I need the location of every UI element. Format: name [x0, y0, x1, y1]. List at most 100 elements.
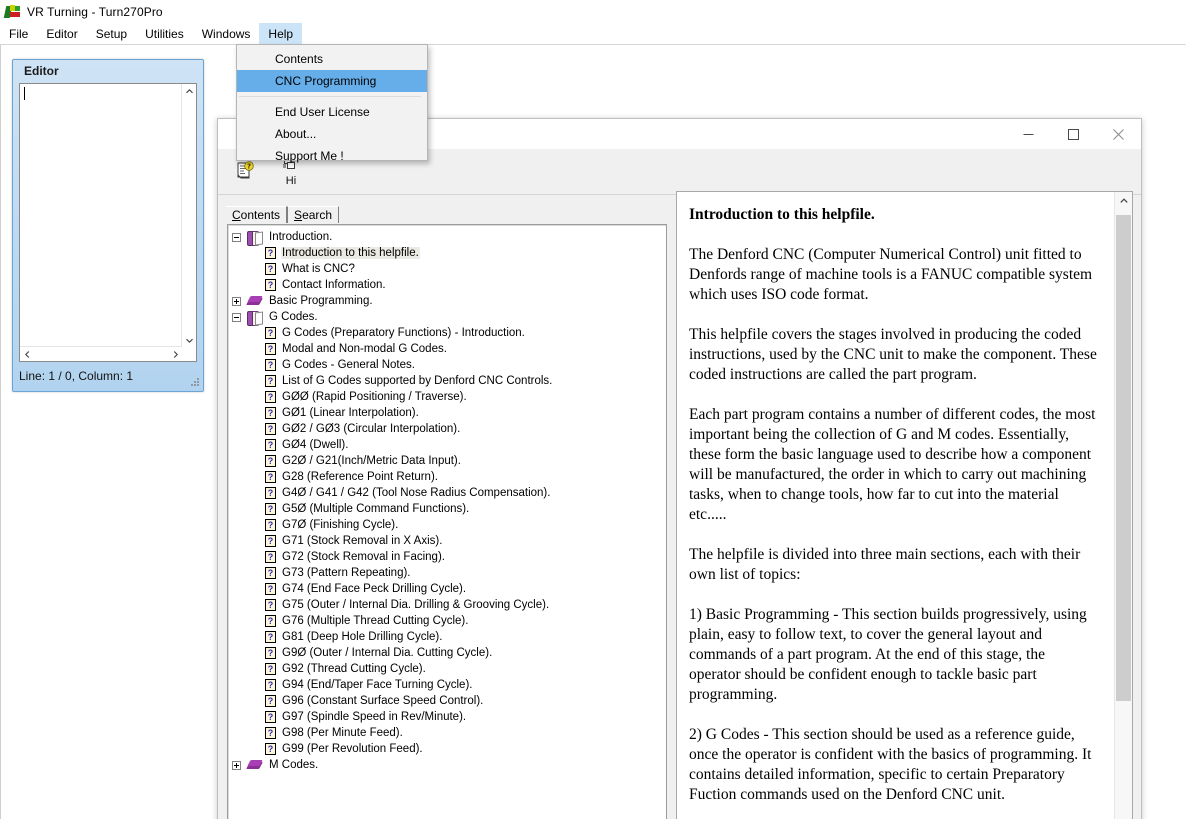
tree-node[interactable]: Introduction. [232, 229, 666, 246]
menu-item-about[interactable]: About... [237, 123, 427, 145]
tree-node[interactable]: ? G92 (Thread Cutting Cycle). [232, 661, 666, 677]
tree-node[interactable]: ? G74 (End Face Peck Drilling Cycle). [232, 581, 666, 597]
help-topic-icon: ? [265, 487, 276, 499]
help-topic-icon: ? [265, 615, 276, 627]
tree-node[interactable]: ? G76 (Multiple Thread Cutting Cycle). [232, 613, 666, 629]
tree-node[interactable]: ? G28 (Reference Point Return). [232, 469, 666, 485]
menu-file[interactable]: File [0, 23, 37, 44]
tree-node[interactable]: ? G Codes - General Notes. [232, 357, 666, 373]
help-topic-icon: ? [265, 407, 276, 419]
minimize-icon[interactable] [1006, 120, 1051, 149]
chevron-right-icon[interactable] [168, 347, 182, 361]
maximize-icon[interactable] [1051, 120, 1096, 149]
menu-editor[interactable]: Editor [37, 23, 86, 44]
help-window[interactable]: ? Hi Contents Search Introduction. ? Int… [217, 118, 1142, 819]
menu-item-cnc-programming[interactable]: CNC Programming [237, 70, 427, 92]
expand-plus-icon[interactable] [232, 296, 241, 306]
menu-windows[interactable]: Windows [193, 23, 260, 44]
tree-node[interactable]: ? G2Ø / G21(Inch/Metric Data Input). [232, 453, 666, 469]
tree-node[interactable]: ? Contact Information. [232, 277, 666, 293]
tree-node-label: Introduction. [269, 231, 333, 243]
editor-window[interactable]: Editor Line: 1 / 0, Column: 1 [12, 59, 204, 392]
tree-node[interactable]: ? G75 (Outer / Internal Dia. Drilling & G… [232, 597, 666, 613]
editor-input[interactable] [20, 84, 182, 347]
scrollbar-thumb[interactable] [1116, 215, 1131, 701]
close-icon[interactable] [1096, 120, 1141, 149]
tab-contents[interactable]: Contents [226, 206, 288, 223]
app-titlebar: VR Turning - Turn270Pro [0, 0, 1186, 23]
help-topic-icon: ? [265, 343, 276, 355]
tree-node[interactable]: G Codes. [232, 309, 666, 326]
chevron-up-icon[interactable] [182, 84, 196, 98]
tab-search[interactable]: Search [287, 206, 340, 223]
tree-node[interactable]: ? G71 (Stock Removal in X Axis). [232, 533, 666, 549]
content-heading: Introduction to this helpfile. [689, 206, 875, 223]
editor-text-area-frame [19, 83, 197, 362]
collapse-minus-icon[interactable] [232, 312, 241, 322]
tree-node[interactable]: ? G5Ø (Multiple Command Functions). [232, 501, 666, 517]
tree-node-label: G81 (Deep Hole Drilling Cycle). [282, 631, 443, 643]
resize-grip[interactable] [190, 377, 200, 387]
menu-item-support-me[interactable]: Support Me ! [237, 145, 427, 167]
tree-node-label: G5Ø (Multiple Command Functions). [282, 503, 470, 515]
tree-node-label: GØ2 / GØ3 (Circular Interpolation). [282, 423, 461, 435]
app-title: VR Turning - Turn270Pro [27, 4, 163, 19]
tree-node[interactable]: ? GØ1 (Linear Interpolation). [232, 405, 666, 421]
tree-node[interactable]: ? G98 (Per Minute Feed). [232, 725, 666, 741]
tree-node[interactable]: ? Modal and Non-modal G Codes. [232, 341, 666, 357]
help-topic-icon: ? [265, 503, 276, 515]
tree-node[interactable]: ? G97 (Spindle Speed in Rev/Minute). [232, 709, 666, 725]
tree-node-label: G Codes - General Notes. [282, 359, 415, 371]
tree-node[interactable]: ? G96 (Constant Surface Speed Control). [232, 693, 666, 709]
help-topic-icon: ? [265, 375, 276, 387]
menu-separator [239, 96, 421, 97]
chevron-left-icon[interactable] [20, 347, 34, 361]
tree-node-label: GØØ (Rapid Positioning / Traverse). [282, 391, 467, 403]
tree-node[interactable]: ? G94 (End/Taper Face Turning Cycle). [232, 677, 666, 693]
app-menubar: File Editor Setup Utilities Windows Help [0, 23, 1186, 44]
collapse-minus-icon[interactable] [232, 232, 241, 242]
tree-node[interactable]: ? List of G Codes supported by Denford CN… [232, 373, 666, 389]
editor-horizontal-scrollbar[interactable] [20, 346, 182, 361]
tree-node[interactable]: ? GØØ (Rapid Positioning / Traverse). [232, 389, 666, 405]
tree-node[interactable]: ? G7Ø (Finishing Cycle). [232, 517, 666, 533]
chevron-up-icon[interactable] [1115, 192, 1132, 209]
tree-node[interactable]: ? GØ4 (Dwell). [232, 437, 666, 453]
menu-help[interactable]: Help [259, 23, 303, 44]
tree-node[interactable]: ? G73 (Pattern Repeating). [232, 565, 666, 581]
tree-node-label: G2Ø / G21(Inch/Metric Data Input). [282, 455, 461, 467]
tree-node[interactable]: ? G Codes (Preparatory Functions) - Intro… [232, 325, 666, 341]
menu-item-contents[interactable]: Contents [237, 48, 427, 70]
tree-node[interactable]: ? G9Ø (Outer / Internal Dia. Cutting Cycl… [232, 645, 666, 661]
tree-node[interactable]: ? G4Ø / G41 / G42 (Tool Nose Radius Compe… [232, 485, 666, 501]
help-topic-icon: ? [265, 391, 276, 403]
tree-node[interactable]: ? GØ2 / GØ3 (Circular Interpolation). [232, 421, 666, 437]
tree-node[interactable]: M Codes. [232, 757, 666, 773]
chevron-down-icon[interactable] [182, 333, 196, 347]
tree-node-label: G28 (Reference Point Return). [282, 471, 438, 483]
menu-setup[interactable]: Setup [87, 23, 136, 44]
tree-node-label: GØ1 (Linear Interpolation). [282, 407, 419, 419]
tree-node-label: G96 (Constant Surface Speed Control). [282, 695, 484, 707]
tree-node[interactable]: ? G99 (Per Revolution Feed). [232, 741, 666, 757]
menu-utilities[interactable]: Utilities [136, 23, 193, 44]
tree-node-label: G76 (Multiple Thread Cutting Cycle). [282, 615, 469, 627]
help-contents-tree[interactable]: Introduction. ? Introduction to this helpf… [227, 224, 667, 819]
help-topic-icon: ? [265, 743, 276, 755]
tree-node[interactable]: ? Introduction to this helpfile. [232, 245, 666, 261]
tree-node[interactable]: ? What is CNC? [232, 261, 666, 277]
content-vertical-scrollbar[interactable] [1114, 192, 1132, 819]
tree-node[interactable]: ? G72 (Stock Removal in Facing). [232, 549, 666, 565]
tree-node[interactable]: Basic Programming. [232, 293, 666, 309]
expand-plus-icon[interactable] [232, 760, 241, 770]
tree-node[interactable]: ? G81 (Deep Hole Drilling Cycle). [232, 629, 666, 645]
help-topic-icon: ? [265, 599, 276, 611]
menu-item-end-user-license[interactable]: End User License [237, 101, 427, 123]
editor-vertical-scrollbar[interactable] [181, 84, 196, 347]
